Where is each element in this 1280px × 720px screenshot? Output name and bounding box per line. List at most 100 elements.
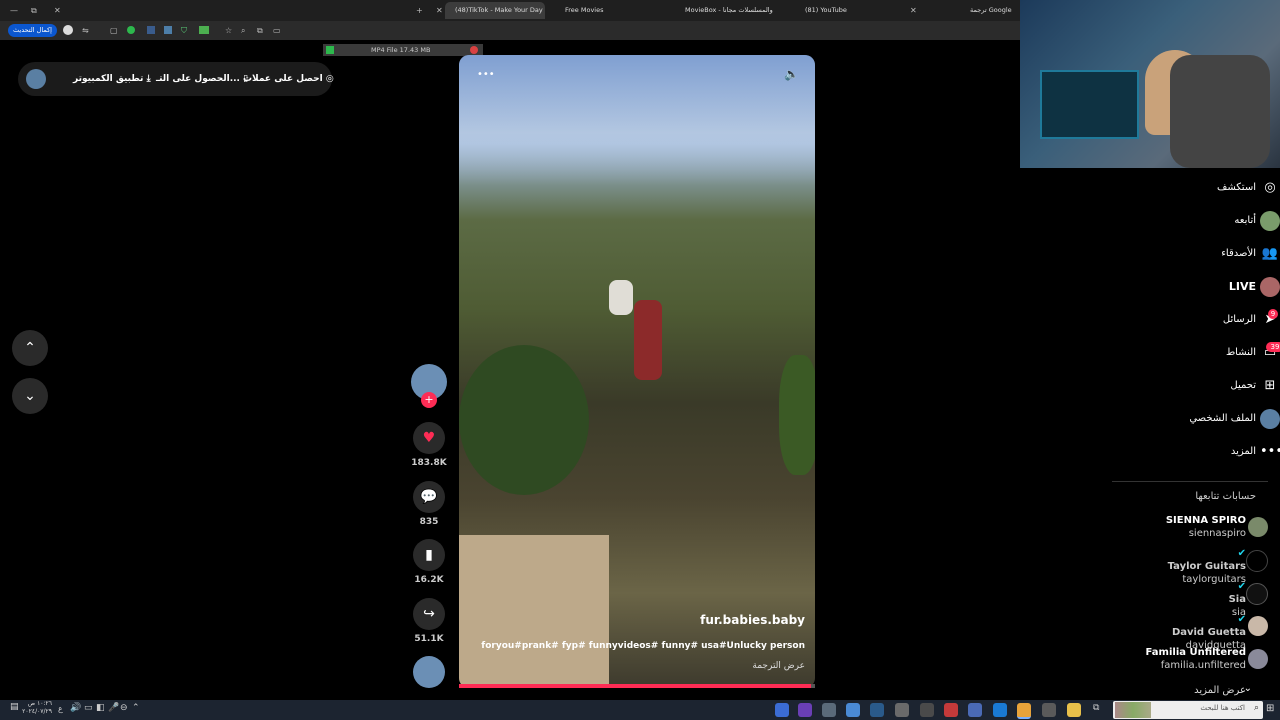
minimize-icon[interactable]: — <box>10 1 18 20</box>
taskbar-search-box[interactable]: اكتب هنا للبحث ⌕ <box>1113 701 1263 719</box>
nav-live[interactable]: LIVE <box>1228 274 1280 300</box>
tray-icon[interactable]: ◧ <box>96 703 105 713</box>
chrome-icon[interactable] <box>1017 703 1031 719</box>
messages-badge: 9 <box>1268 309 1278 319</box>
app-icon[interactable] <box>920 703 934 717</box>
extension-icon[interactable] <box>147 26 155 34</box>
tray-icon[interactable]: ⊖ <box>120 703 128 713</box>
app-icon[interactable] <box>775 703 789 717</box>
close-tab-icon[interactable]: ✕ <box>436 1 443 20</box>
tab-google-translate[interactable]: ترجمة Google <box>960 2 1020 19</box>
comment-button[interactable]: 💬 835 <box>411 481 447 527</box>
account-name: SIENNA SPIRO <box>1165 515 1246 526</box>
edge-icon[interactable] <box>993 703 1007 717</box>
close-tab-icon[interactable]: ✕ <box>910 1 917 20</box>
nav-upload[interactable]: تحميل ⊞ <box>1230 373 1275 399</box>
previous-video-button[interactable]: ⌃ <box>12 330 48 366</box>
avatar[interactable] <box>1248 649 1268 669</box>
account-handle: familia.unfiltered <box>1160 660 1246 671</box>
show-hidden-icons[interactable]: ⌃ <box>132 703 140 713</box>
extension-icon[interactable]: ⇋ <box>82 21 89 40</box>
new-tab-icon[interactable]: + <box>416 1 423 20</box>
nav-explore[interactable]: استكشف ◎ <box>1217 175 1276 201</box>
tab-label: (48)TikTok - Make Your Day <box>455 6 543 14</box>
music-disc-icon[interactable] <box>413 656 445 688</box>
nav-messages[interactable]: الرسائل ➤ 9 <box>1223 307 1278 333</box>
tab-youtube[interactable]: (81) YouTube <box>795 2 895 19</box>
app-icon[interactable] <box>944 703 958 717</box>
app-icon[interactable] <box>968 703 982 717</box>
creator-avatar-button[interactable]: + <box>411 364 447 408</box>
tab-moviebox[interactable]: MovieBox - والمسلسلات مجانا <box>675 2 775 19</box>
nav-following[interactable]: أتابعه <box>1234 208 1280 234</box>
app-icon[interactable] <box>846 703 860 717</box>
nav-friends[interactable]: الأصدقاء 👥 <box>1221 241 1278 267</box>
following-account[interactable]: Familia Unfiltered familia.unfiltered <box>1146 646 1246 672</box>
save-button[interactable]: ▮ 16.2K <box>411 539 447 585</box>
taskbar: ▤ ١٠:٢٦ ص ٢٠٢٤/٠٧/٢٩ ع 🔊 ▭ ◧ 🎤 ⊖ ⌃ ⧉ اكت… <box>0 700 1280 720</box>
wooden-deck <box>459 535 609 688</box>
video-player[interactable]: ••• 🔈 fur.babies.baby foryou#prank# fyp#… <box>459 55 815 688</box>
search-placeholder: اكتب هنا للبحث <box>1200 704 1245 712</box>
language-icon[interactable]: ع <box>58 704 63 713</box>
notification-icon[interactable]: ▤ <box>10 702 19 712</box>
get-coins-button[interactable]: احصل على عملات ◎ <box>243 62 334 96</box>
nav-label: الملف الشخصي <box>1189 413 1256 424</box>
extensions-icon[interactable]: ⧉ <box>257 21 263 40</box>
steam-icon[interactable] <box>870 703 884 717</box>
avatar[interactable] <box>1246 550 1268 572</box>
extension-green-icon[interactable] <box>127 26 135 34</box>
more-options-icon[interactable]: ••• <box>477 69 495 80</box>
save-count: 16.2K <box>414 575 444 585</box>
star-icon[interactable]: ☆ <box>225 21 232 40</box>
bookmarks-bar: إكمال التحديث ⇋ ▢ ⛉ ☆ ⌕ ⧉ ▭ <box>0 21 1020 40</box>
nav-more[interactable]: المزيد ••• <box>1231 439 1280 465</box>
restore-icon[interactable]: ⧉ <box>31 1 37 20</box>
close-download-icon[interactable] <box>470 46 478 54</box>
app-icon[interactable] <box>822 703 836 717</box>
follow-plus-icon[interactable]: + <box>421 392 437 408</box>
following-account[interactable]: SIENNA SPIRO siennaspiro <box>1166 514 1246 540</box>
nav-activity[interactable]: النشاط ▭ 39 <box>1226 340 1280 366</box>
desktop-app-button[interactable]: تطبيق الكمبيوتر ⤓ <box>73 62 151 96</box>
account-name: David Guetta <box>1171 627 1246 638</box>
file-explorer-icon[interactable] <box>1067 703 1081 717</box>
extension-icon[interactable] <box>164 26 172 34</box>
clock[interactable]: ١٠:٢٦ ص ٢٠٢٤/٠٧/٢٩ <box>22 700 52 716</box>
chevron-down-icon[interactable]: ⌄ <box>1244 683 1252 694</box>
video-author[interactable]: fur.babies.baby <box>700 613 805 627</box>
tab-tiktok[interactable]: (48)TikTok - Make Your Day <box>445 2 545 19</box>
close-window-icon[interactable]: ✕ <box>54 1 61 20</box>
app-icon[interactable] <box>798 703 812 717</box>
avatar[interactable] <box>1248 616 1268 636</box>
extension-icon[interactable] <box>199 26 209 34</box>
tab-free-movies[interactable]: Free Movies <box>555 2 655 19</box>
extension-icon[interactable]: ▢ <box>110 21 118 40</box>
task-view-icon[interactable]: ⧉ <box>1093 703 1099 713</box>
volume-icon[interactable]: 🔊 <box>70 703 81 713</box>
translate-link[interactable]: عرض الترجمة <box>752 661 805 671</box>
windows-start-icon[interactable]: ⊞ <box>1266 703 1274 714</box>
see-more-button[interactable]: عرض المزيد <box>1194 685 1246 696</box>
next-video-button[interactable]: ⌄ <box>12 378 48 414</box>
avatar[interactable] <box>26 69 46 89</box>
volume-icon[interactable]: 🔈 <box>784 67 799 81</box>
dog-figure <box>609 280 633 315</box>
nav-label: LIVE <box>1228 280 1256 293</box>
microphone-icon[interactable]: 🎤 <box>108 703 119 713</box>
avatar[interactable] <box>1248 517 1268 537</box>
network-icon[interactable]: ▭ <box>84 703 93 713</box>
cast-icon[interactable]: ▭ <box>273 21 281 40</box>
profile-icon[interactable] <box>63 25 73 35</box>
nav-profile[interactable]: الملف الشخصي <box>1189 406 1280 432</box>
settings-icon[interactable] <box>895 703 909 717</box>
update-button[interactable]: إكمال التحديث <box>8 24 57 37</box>
share-button[interactable]: ↪ 51.1K <box>411 598 447 644</box>
zoom-icon[interactable]: ⌕ <box>241 21 245 40</box>
account-name: Familia Unfiltered <box>1145 647 1246 658</box>
get-app-button[interactable]: الحصول على التـ... ▯ <box>156 62 248 96</box>
shield-icon[interactable]: ⛉ <box>181 21 187 40</box>
store-icon[interactable] <box>1042 703 1056 717</box>
avatar[interactable] <box>1246 583 1268 605</box>
like-button[interactable]: ♥ 183.8K <box>411 422 447 468</box>
